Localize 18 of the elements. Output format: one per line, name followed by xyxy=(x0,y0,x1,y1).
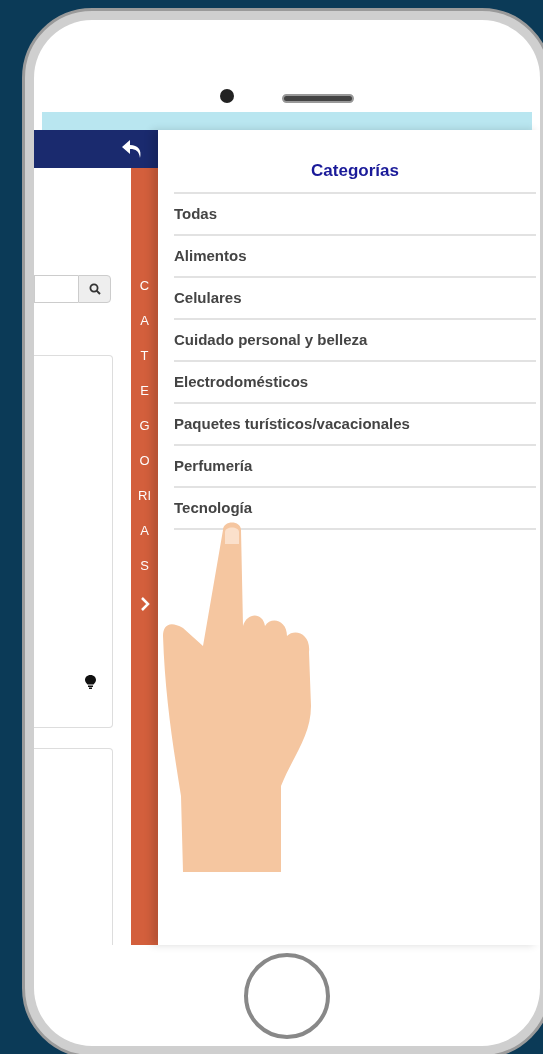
category-item[interactable]: Celulares xyxy=(174,275,536,318)
category-item[interactable]: Cuidado personal y belleza xyxy=(174,317,536,360)
category-item[interactable]: Paquetes turísticos/vacacionales xyxy=(174,401,536,444)
search-icon xyxy=(88,283,101,295)
categories-tab[interactable]: CATEGORIAS xyxy=(131,168,158,945)
search-field[interactable] xyxy=(34,275,78,303)
chevron-icon xyxy=(139,597,150,611)
category-item[interactable]: Electrodomésticos xyxy=(174,359,536,402)
panel-title: Categorías xyxy=(310,160,400,182)
category-item[interactable]: Todas xyxy=(174,191,536,234)
lightbulb-icon[interactable] xyxy=(85,675,96,689)
category-item[interactable]: Tecnología xyxy=(174,485,536,530)
category-item[interactable]: Perfumería xyxy=(174,443,536,486)
camera-icon xyxy=(220,89,234,103)
speaker-icon xyxy=(282,94,354,103)
search-button[interactable] xyxy=(78,275,111,303)
category-item[interactable]: Alimentos xyxy=(174,233,536,276)
tab-label: CATEGORIAS xyxy=(138,277,151,575)
